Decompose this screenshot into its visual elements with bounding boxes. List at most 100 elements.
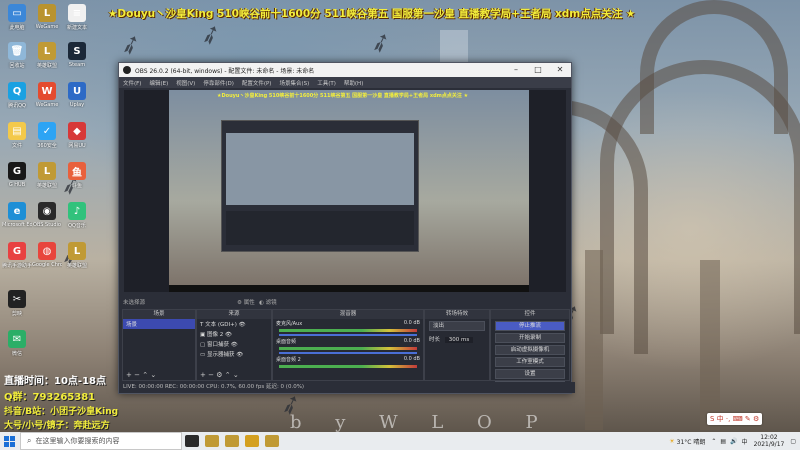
duration-input[interactable]: 300 ms	[444, 337, 474, 343]
desktop-icon[interactable]: S Steam	[62, 42, 92, 68]
menu-view[interactable]: 视图(V)	[176, 79, 195, 87]
league-taskbar-icon[interactable]	[205, 435, 219, 447]
settings-button[interactable]: 设置	[495, 369, 565, 379]
menu-scene-collection[interactable]: 场景集合(S)	[279, 79, 309, 87]
league-client-taskbar-icon[interactable]	[225, 435, 239, 447]
source-item[interactable]: T 文本 (GDI+) 👁	[197, 319, 271, 329]
start-button[interactable]	[0, 432, 18, 450]
desktop-icon-label: QQ音乐	[68, 223, 86, 229]
scene-item[interactable]: 场景	[123, 319, 195, 329]
desktop-icon-label: Google Chrome	[32, 262, 62, 268]
source-item[interactable]: ▭ 显示器捕获 👁	[197, 349, 271, 359]
app-icon: G	[8, 162, 26, 180]
remove-icon[interactable]: −	[208, 371, 214, 379]
desktop-icon[interactable]: ♪ QQ音乐	[62, 202, 92, 229]
minimize-icon[interactable]: –	[505, 63, 527, 77]
maximize-icon[interactable]: □	[527, 63, 549, 77]
desktop-icon[interactable]: L 英雄联盟	[62, 242, 92, 269]
desktop-icon[interactable]: ✉ 微信	[2, 330, 32, 357]
ime-toolbar[interactable]: S 中 ·, ⌨ ✎ ⚙	[707, 413, 763, 425]
overlay-stream-time: 直播时间：10点-18点	[4, 376, 106, 387]
desktop-icon[interactable]: L WeGame	[32, 4, 62, 30]
notification-icon[interactable]: ▢	[790, 438, 796, 445]
eye-icon[interactable]: 👁	[236, 352, 243, 358]
volume-slider[interactable]	[279, 334, 417, 336]
desktop-icon[interactable]: ◆ 网易UU	[62, 122, 92, 149]
source-item[interactable]: ▣ 图像 2 👁	[197, 329, 271, 339]
obs-titlebar[interactable]: OBS 26.0.2 (64-bit, windows) - 配置文件: 未命名…	[119, 63, 571, 77]
preview-desktop-capture: ★Douyu丶沙皇King 510峡谷前十1600分 511峡谷第五 国服第一沙…	[169, 90, 529, 292]
menu-profile[interactable]: 配置文件(P)	[242, 79, 272, 87]
eye-icon[interactable]: 👁	[231, 342, 238, 348]
chevron-down-icon[interactable]: ⌄	[233, 371, 239, 379]
desktop-icon[interactable]: ✓ 360安全	[32, 122, 62, 149]
desktop-icon[interactable]: L 英雄联盟	[32, 162, 62, 189]
desktop-icon[interactable]: W WeGame	[32, 82, 62, 108]
folder-taskbar-icon[interactable]	[245, 435, 259, 447]
mixer-channel: 桌面音频 0.0 dB	[273, 337, 423, 355]
desktop-icon-label: G HUB	[8, 182, 26, 188]
chevron-down-icon[interactable]: ⌄	[150, 371, 156, 379]
obs-window[interactable]: OBS 26.0.2 (64-bit, windows) - 配置文件: 未命名…	[118, 62, 575, 394]
app-icon: ▤	[8, 122, 26, 140]
taskbar-search[interactable]: ⌕ 在这里输入你要搜索的内容	[20, 432, 182, 450]
transition-select[interactable]: 淡出	[429, 321, 485, 331]
app-icon: ◉	[38, 202, 56, 220]
eye-icon[interactable]: 👁	[225, 332, 232, 338]
desktop-icon[interactable]: ✂ 剪映	[2, 290, 32, 317]
desktop-icon[interactable]: G G HUB	[2, 162, 32, 188]
desktop-icon[interactable]: ▤ 文件	[2, 122, 32, 149]
weather-text[interactable]: 31°C 晴朗	[677, 437, 706, 446]
desktop-icon[interactable]: 🗑 回收站	[2, 42, 32, 69]
start-recording-button[interactable]: 开始录制	[495, 333, 565, 343]
desktop-icon[interactable]: 鱼斗鱼	[62, 162, 92, 189]
desktop-icon[interactable]: L 英雄联盟	[32, 42, 62, 69]
obs-taskbar-icon[interactable]	[185, 435, 199, 447]
close-icon[interactable]: ✕	[549, 63, 571, 77]
chevron-up-icon[interactable]: ⌃	[225, 371, 231, 379]
desktop-icon[interactable]: e Microsoft Edge	[2, 202, 32, 228]
desktop-icon[interactable]: ◉ OBS Studio	[32, 202, 62, 228]
mixer-channel: 桌面音频 2 0.0 dB	[273, 355, 423, 371]
league-game-taskbar-icon[interactable]	[265, 435, 279, 447]
obs-title-text: OBS 26.0.2 (64-bit, windows) - 配置文件: 未命名…	[135, 67, 315, 75]
desktop-icon[interactable]: Q 腾讯QQ	[2, 82, 32, 109]
desktop-icon[interactable]: ◍ Google Chrome	[32, 242, 62, 268]
virtual-camera-button[interactable]: 启动虚拟摄像机	[495, 345, 565, 355]
stop-streaming-button[interactable]: 停止推流	[495, 321, 565, 331]
add-icon[interactable]: +	[126, 371, 132, 379]
desktop-icon[interactable]: ≡ 新建文本	[62, 4, 92, 31]
transitions-dock: 转场特效 淡出 时长 300 ms	[424, 309, 490, 381]
sources-dock-title: 来源	[197, 310, 271, 319]
clock[interactable]: 12:02 2021/9/17	[754, 434, 785, 448]
properties-button[interactable]: ⚙ 属性	[237, 298, 255, 306]
source-item[interactable]: ▢ 窗口捕获 👁	[197, 339, 271, 349]
add-icon[interactable]: +	[200, 371, 206, 379]
network-icon[interactable]: ▤	[720, 438, 726, 445]
menu-edit[interactable]: 编辑(E)	[149, 79, 168, 87]
chevron-up-icon[interactable]: ⌃	[142, 371, 148, 379]
ime-icon[interactable]: 中	[742, 437, 748, 446]
studio-mode-button[interactable]: 工作室模式	[495, 357, 565, 367]
obs-preview[interactable]: ★Douyu丶沙皇King 510峡谷前十1600分 511峡谷第五 国服第一沙…	[124, 90, 566, 292]
menu-tools[interactable]: 工具(T)	[317, 79, 336, 87]
search-icon: ⌕	[27, 436, 32, 445]
desktop-icon[interactable]: G 腾讯手游助手	[2, 242, 32, 269]
menu-file[interactable]: 文件(F)	[123, 79, 141, 87]
filters-button[interactable]: ◐ 滤镜	[259, 298, 277, 306]
app-icon: G	[8, 242, 26, 260]
desktop-icon[interactable]: ▭ 此电脑	[2, 4, 32, 31]
menu-help[interactable]: 帮助(H)	[344, 79, 363, 87]
gear-icon: ⚙	[237, 300, 242, 306]
remove-icon[interactable]: −	[134, 371, 140, 379]
desktop-icon[interactable]: U Uplay	[62, 82, 92, 108]
menu-docks[interactable]: 停靠部件(D)	[203, 79, 234, 87]
app-icon: L	[38, 42, 56, 60]
speaker-icon[interactable]: 🔊	[730, 438, 737, 445]
weather-icon: ☀	[669, 437, 675, 445]
gear-icon[interactable]: ⚙	[216, 371, 222, 379]
chevron-up-icon[interactable]: ⌃	[711, 438, 716, 445]
volume-slider[interactable]	[279, 352, 417, 354]
app-icon: ◆	[68, 122, 86, 140]
eye-icon[interactable]: 👁	[239, 322, 246, 328]
